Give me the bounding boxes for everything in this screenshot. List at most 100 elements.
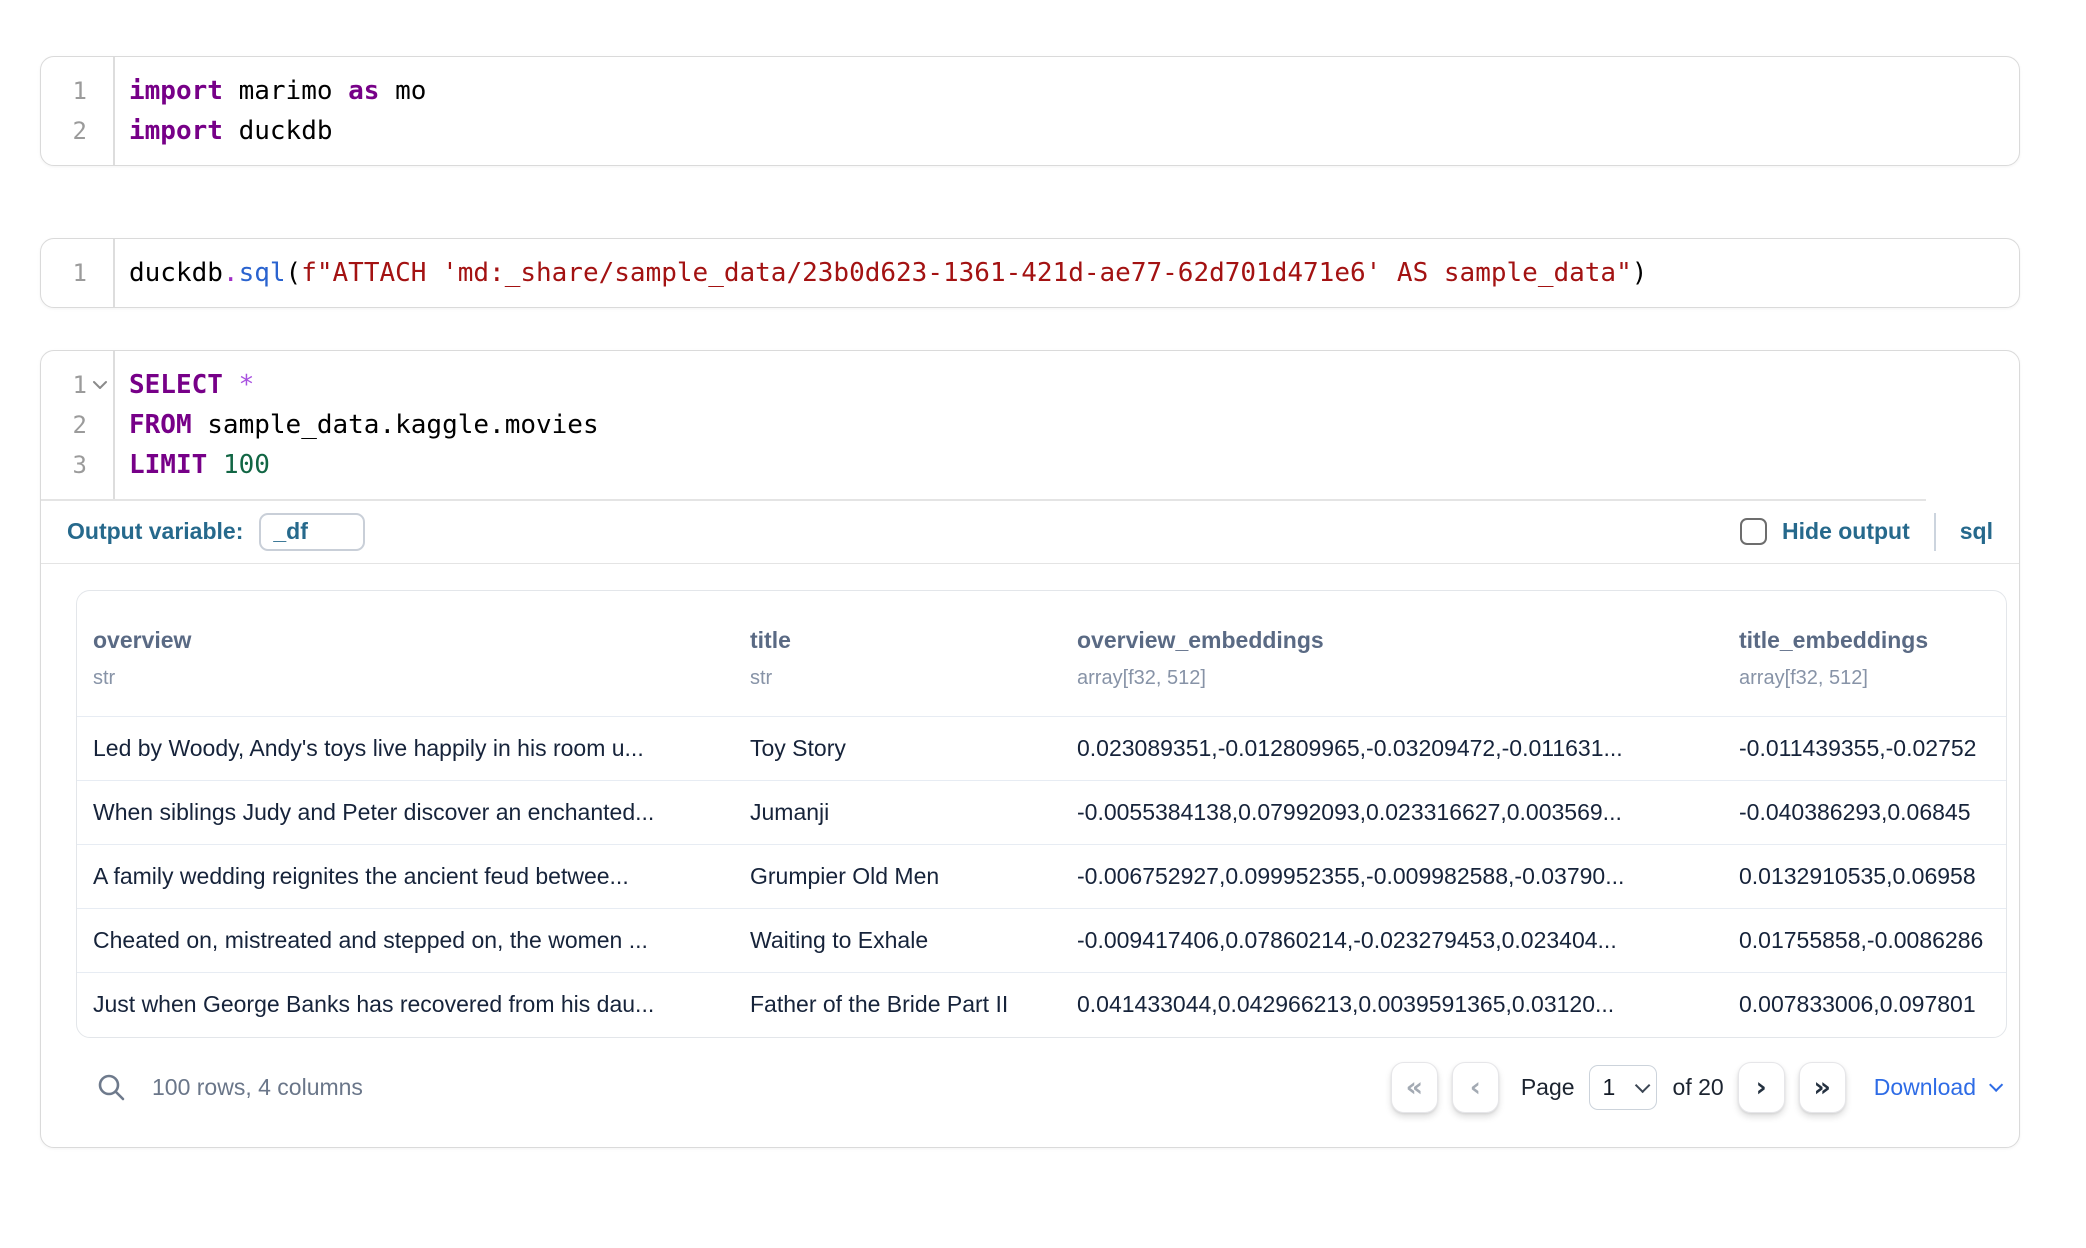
code-token: duckdb: [129, 258, 223, 288]
code-text: import marimo as mo: [113, 76, 2019, 106]
table-cell: 0.023089351,-0.012809965,-0.03209472,-0.…: [1061, 717, 1723, 781]
column-type: str: [93, 667, 718, 690]
table-cell: Jumanji: [734, 781, 1061, 845]
code-token: import: [129, 76, 223, 106]
code-line[interactable]: 1 SELECT *: [41, 365, 2019, 405]
page-total-label: of 20: [1673, 1074, 1724, 1101]
code-editor[interactable]: 1 duckdb.sql(f"ATTACH 'md:_share/sample_d…: [41, 239, 2019, 307]
pagination: « ‹ Page 1 of 20 › » Download: [1377, 1062, 1999, 1113]
column-name: overview_embeddings: [1077, 627, 1707, 654]
notebook-cell-attach: 1 duckdb.sql(f"ATTACH 'md:_share/sample_d…: [40, 238, 2020, 308]
table-cell: 0.01755858,-0.0086286: [1723, 909, 2006, 973]
table-row[interactable]: Led by Woody, Andy's toys live happily i…: [77, 717, 2006, 781]
code-token: FROM: [129, 410, 192, 440]
table-cell: -0.006752927,0.099952355,-0.009982588,-0…: [1061, 845, 1723, 909]
code-line[interactable]: 3LIMIT 100: [41, 445, 2019, 485]
code-token: SELECT: [129, 370, 223, 400]
code-token: [207, 450, 223, 480]
table-cell: Grumpier Old Men: [734, 845, 1061, 909]
table-row[interactable]: A family wedding reignites the ancient f…: [77, 845, 2006, 909]
row-count-summary: 100 rows, 4 columns: [152, 1074, 363, 1101]
output-variable-input[interactable]: [259, 513, 365, 551]
code-token: *: [239, 370, 255, 400]
first-page-icon: «: [1406, 1072, 1423, 1103]
code-line[interactable]: 1 duckdb.sql(f"ATTACH 'md:_share/sample_d…: [41, 253, 2019, 293]
code-text: import duckdb: [113, 116, 2019, 146]
line-number: 1: [41, 259, 87, 287]
code-token: as: [348, 76, 379, 106]
code-text: duckdb.sql(f"ATTACH 'md:_share/sample_da…: [113, 258, 2019, 288]
last-page-icon: »: [1813, 1072, 1830, 1103]
table-cell: Cheated on, mistreated and stepped on, t…: [77, 909, 734, 973]
first-page-button[interactable]: «: [1391, 1062, 1438, 1113]
fold-chevron-icon[interactable]: [87, 380, 113, 390]
code-line[interactable]: 2import duckdb: [41, 111, 2019, 151]
code-line[interactable]: 2 FROM sample_data.kaggle.movies: [41, 405, 2019, 445]
chevron-down-icon: [1634, 1077, 1650, 1093]
chevron-down-icon: [1989, 1078, 2003, 1092]
code-token: f"ATTACH 'md:_share/sample_data/23b0d623…: [301, 258, 1632, 288]
column-header-overview[interactable]: overviewstr: [77, 591, 734, 717]
code-text: FROM sample_data.kaggle.movies: [113, 410, 2019, 440]
language-badge[interactable]: sql: [1960, 518, 1993, 545]
column-type: array[f32, 512]: [1739, 667, 1990, 690]
code-token: 100: [223, 450, 270, 480]
column-name: title: [750, 627, 1045, 654]
page-label: Page: [1521, 1074, 1575, 1101]
download-button[interactable]: Download: [1874, 1074, 1999, 1101]
table-cell: Toy Story: [734, 717, 1061, 781]
line-number: 1: [41, 371, 87, 399]
code-line[interactable]: 1 import marimo as mo: [41, 71, 2019, 111]
line-number: 1: [41, 77, 87, 105]
column-header-overview_embeddings[interactable]: overview_embeddings array[f32, 512]: [1061, 591, 1723, 717]
vertical-divider: [1934, 513, 1936, 551]
table-cell: -0.0055384138,0.07992093,0.023316627,0.0…: [1061, 781, 1723, 845]
table-row[interactable]: When siblings Judy and Peter discover an…: [77, 781, 2006, 845]
table-cell: When siblings Judy and Peter discover an…: [77, 781, 734, 845]
column-type: array[f32, 512]: [1077, 667, 1707, 690]
table-cell: Just when George Banks has recovered fro…: [77, 973, 734, 1037]
table-footer: 100 rows, 4 columns « ‹ Page 1 of 20 ›: [76, 1038, 2007, 1113]
table-cell: -0.040386293,0.06845: [1723, 781, 2006, 845]
next-page-button[interactable]: ›: [1738, 1062, 1785, 1113]
output-variable-label: Output variable:: [67, 518, 243, 545]
code-token: import: [129, 116, 223, 146]
previous-page-button[interactable]: ‹: [1452, 1062, 1499, 1113]
table-cell: A family wedding reignites the ancient f…: [77, 845, 734, 909]
code-editor[interactable]: 1 SELECT * 2 FROM sample_data.kaggle.movies…: [41, 351, 2019, 499]
column-header-title_embeddings[interactable]: title_embeddings array[f32, 512]: [1723, 591, 2006, 717]
table-cell: -0.009417406,0.07860214,-0.023279453,0.0…: [1061, 909, 1723, 973]
download-label: Download: [1874, 1074, 1976, 1101]
table-cell: 0.0132910535,0.06958: [1723, 845, 2006, 909]
code-editor[interactable]: 1 import marimo as mo 2import duckdb: [41, 57, 2019, 165]
table-cell: 0.041433044,0.042966213,0.0039591365,0.0…: [1061, 973, 1723, 1037]
search-icon[interactable]: [96, 1072, 126, 1102]
last-page-button[interactable]: »: [1799, 1062, 1846, 1113]
next-page-icon: ›: [1756, 1072, 1767, 1103]
code-token: [223, 370, 239, 400]
column-header-title[interactable]: titlestr: [734, 591, 1061, 717]
notebook-cell-sql: 1 SELECT * 2 FROM sample_data.kaggle.movies…: [40, 350, 2020, 1148]
table-cell: Waiting to Exhale: [734, 909, 1061, 973]
previous-page-icon: ‹: [1470, 1072, 1481, 1103]
line-number: 2: [41, 411, 87, 439]
page-select[interactable]: 1: [1589, 1065, 1657, 1110]
table-row[interactable]: Cheated on, mistreated and stepped on, t…: [77, 909, 2006, 973]
column-name: title_embeddings: [1739, 627, 1990, 654]
dataframe-table: overviewstrtitlestroverview_embeddingsar…: [76, 590, 2007, 1038]
code-token: mo: [379, 76, 426, 106]
hide-output-checkbox[interactable]: [1740, 518, 1767, 545]
code-token: marimo: [223, 76, 348, 106]
code-text: SELECT *: [113, 370, 2019, 400]
code-token: sample_data.kaggle.movies: [192, 410, 599, 440]
code-token: .: [223, 258, 239, 288]
table-cell: Led by Woody, Andy's toys live happily i…: [77, 717, 734, 781]
page-select-value: 1: [1603, 1074, 1616, 1101]
code-token: ): [1632, 258, 1648, 288]
table-cell: Father of the Bride Part II: [734, 973, 1061, 1037]
code-token: duckdb: [223, 116, 333, 146]
table-cell: -0.011439355,-0.02752: [1723, 717, 2006, 781]
sql-options-bar: Output variable: Hide output sql: [41, 501, 2019, 563]
table-header-row: overviewstrtitlestroverview_embeddingsar…: [77, 591, 2006, 717]
table-row[interactable]: Just when George Banks has recovered fro…: [77, 973, 2006, 1037]
